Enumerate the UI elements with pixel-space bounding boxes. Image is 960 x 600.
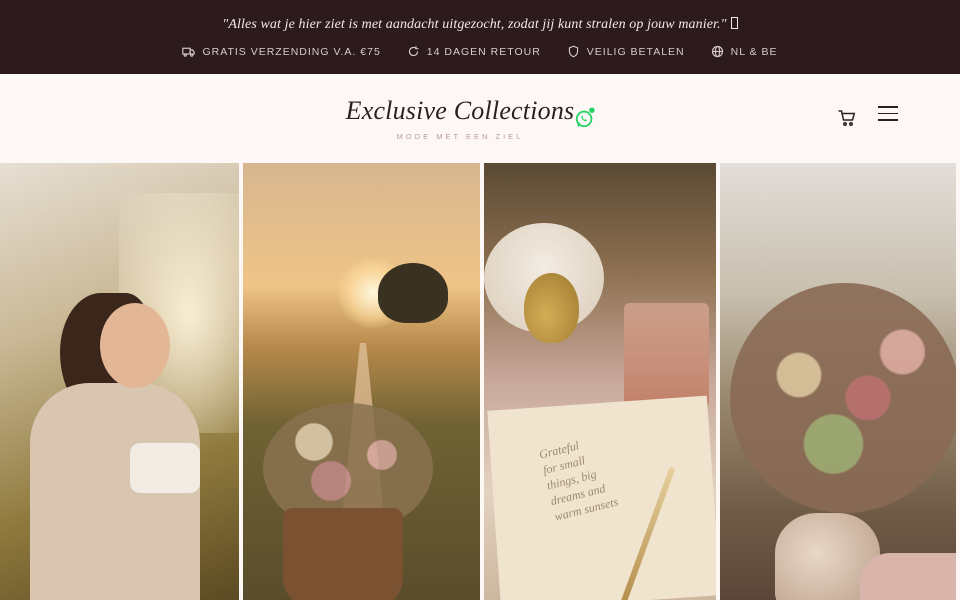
site-header: Exclusive Collections Mode met een ziel (0, 74, 960, 163)
brand-name[interactable]: Exclusive Collections (0, 96, 920, 126)
whatsapp-icon[interactable] (574, 107, 596, 129)
announcement-quote: "Alles wat je hier ziet is met aandacht … (0, 17, 960, 33)
return-icon (408, 46, 419, 57)
shield-icon (568, 45, 578, 58)
sunset-path-image[interactable] (243, 163, 480, 600)
brand-logo[interactable]: Exclusive Collections Mode met een ziel (0, 96, 920, 141)
hero-gallery: Grateful for small things, big dreams an… (0, 163, 960, 600)
truck-icon (182, 47, 196, 57)
pears-and-notebook-image[interactable]: Grateful for small things, big dreams an… (484, 163, 716, 600)
announcement-bar: "Alles wat je hier ziet is met aandacht … (0, 0, 960, 74)
usp-row: Gratis verzending v.a. €75 14 dagen reto… (0, 45, 960, 58)
woman-in-field-image[interactable] (0, 163, 239, 600)
box-glyph-icon (730, 17, 738, 29)
usp-item-shipping: Gratis verzending v.a. €75 (182, 45, 380, 58)
brand-tagline: Mode met een ziel (396, 132, 524, 141)
hamburger-menu-icon[interactable] (878, 106, 898, 122)
cart-icon[interactable] (837, 108, 857, 128)
usp-item-region: NL & BE (711, 45, 778, 58)
usp-item-returns: 14 dagen retour (407, 45, 541, 58)
flower-vase-image[interactable] (720, 163, 956, 600)
usp-item-secure-payment: Veilig betalen (567, 45, 685, 58)
globe-icon (711, 45, 723, 58)
